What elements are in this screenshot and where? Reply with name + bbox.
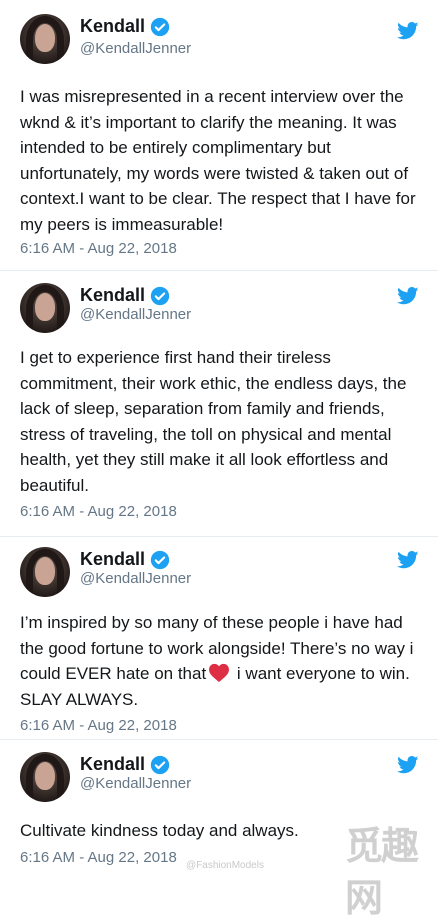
author-row: Kendall (80, 549, 170, 570)
avatar[interactable] (20, 283, 70, 333)
tweet-timestamp[interactable]: 6:16 AM - Aug 22, 2018 (20, 849, 177, 866)
avatar[interactable] (20, 752, 70, 802)
verified-badge-icon (150, 17, 170, 36)
twitter-bird-icon[interactable] (397, 756, 419, 774)
twitter-bird-icon[interactable] (397, 22, 419, 40)
tweet-card[interactable]: Kendall @KendallJenner I’m inspired by s… (0, 537, 438, 739)
twitter-bird-icon[interactable] (397, 551, 419, 569)
user-handle[interactable]: @KendallJenner (80, 40, 191, 57)
avatar[interactable] (20, 14, 70, 64)
user-handle[interactable]: @KendallJenner (80, 775, 191, 792)
red-heart-icon (209, 663, 230, 682)
author-row: Kendall (80, 285, 170, 306)
tweet-card[interactable]: Kendall @KendallJenner I was misrepresen… (0, 0, 438, 270)
verified-badge-icon (150, 286, 170, 305)
tweet-text: I get to experience first hand their tir… (20, 348, 407, 495)
author-row: Kendall (80, 754, 170, 775)
twitter-bird-icon[interactable] (397, 287, 419, 305)
user-handle[interactable]: @KendallJenner (80, 306, 191, 323)
verified-badge-icon (150, 755, 170, 774)
verified-badge-icon (150, 550, 170, 569)
user-handle[interactable]: @KendallJenner (80, 570, 191, 587)
tweet-text: I’m inspired by so many of these people … (20, 610, 425, 712)
display-name[interactable]: Kendall (80, 285, 145, 306)
tweet-timestamp[interactable]: 6:16 AM - Aug 22, 2018 (20, 240, 177, 257)
author-row: Kendall (80, 16, 170, 37)
tweet-text: I was misrepresented in a recent intervi… (20, 87, 416, 234)
watermark: @FashionModels (186, 860, 264, 871)
avatar[interactable] (20, 547, 70, 597)
display-name[interactable]: Kendall (80, 754, 145, 775)
tweet-timestamp[interactable]: 6:16 AM - Aug 22, 2018 (20, 717, 177, 734)
display-name[interactable]: Kendall (80, 549, 145, 570)
tweet-card[interactable]: Kendall @KendallJenner I get to experien… (0, 271, 438, 536)
display-name[interactable]: Kendall (80, 16, 145, 37)
corner-watermark-logo: 觅趣网 (345, 823, 419, 920)
tweet-timestamp[interactable]: 6:16 AM - Aug 22, 2018 (20, 503, 177, 520)
